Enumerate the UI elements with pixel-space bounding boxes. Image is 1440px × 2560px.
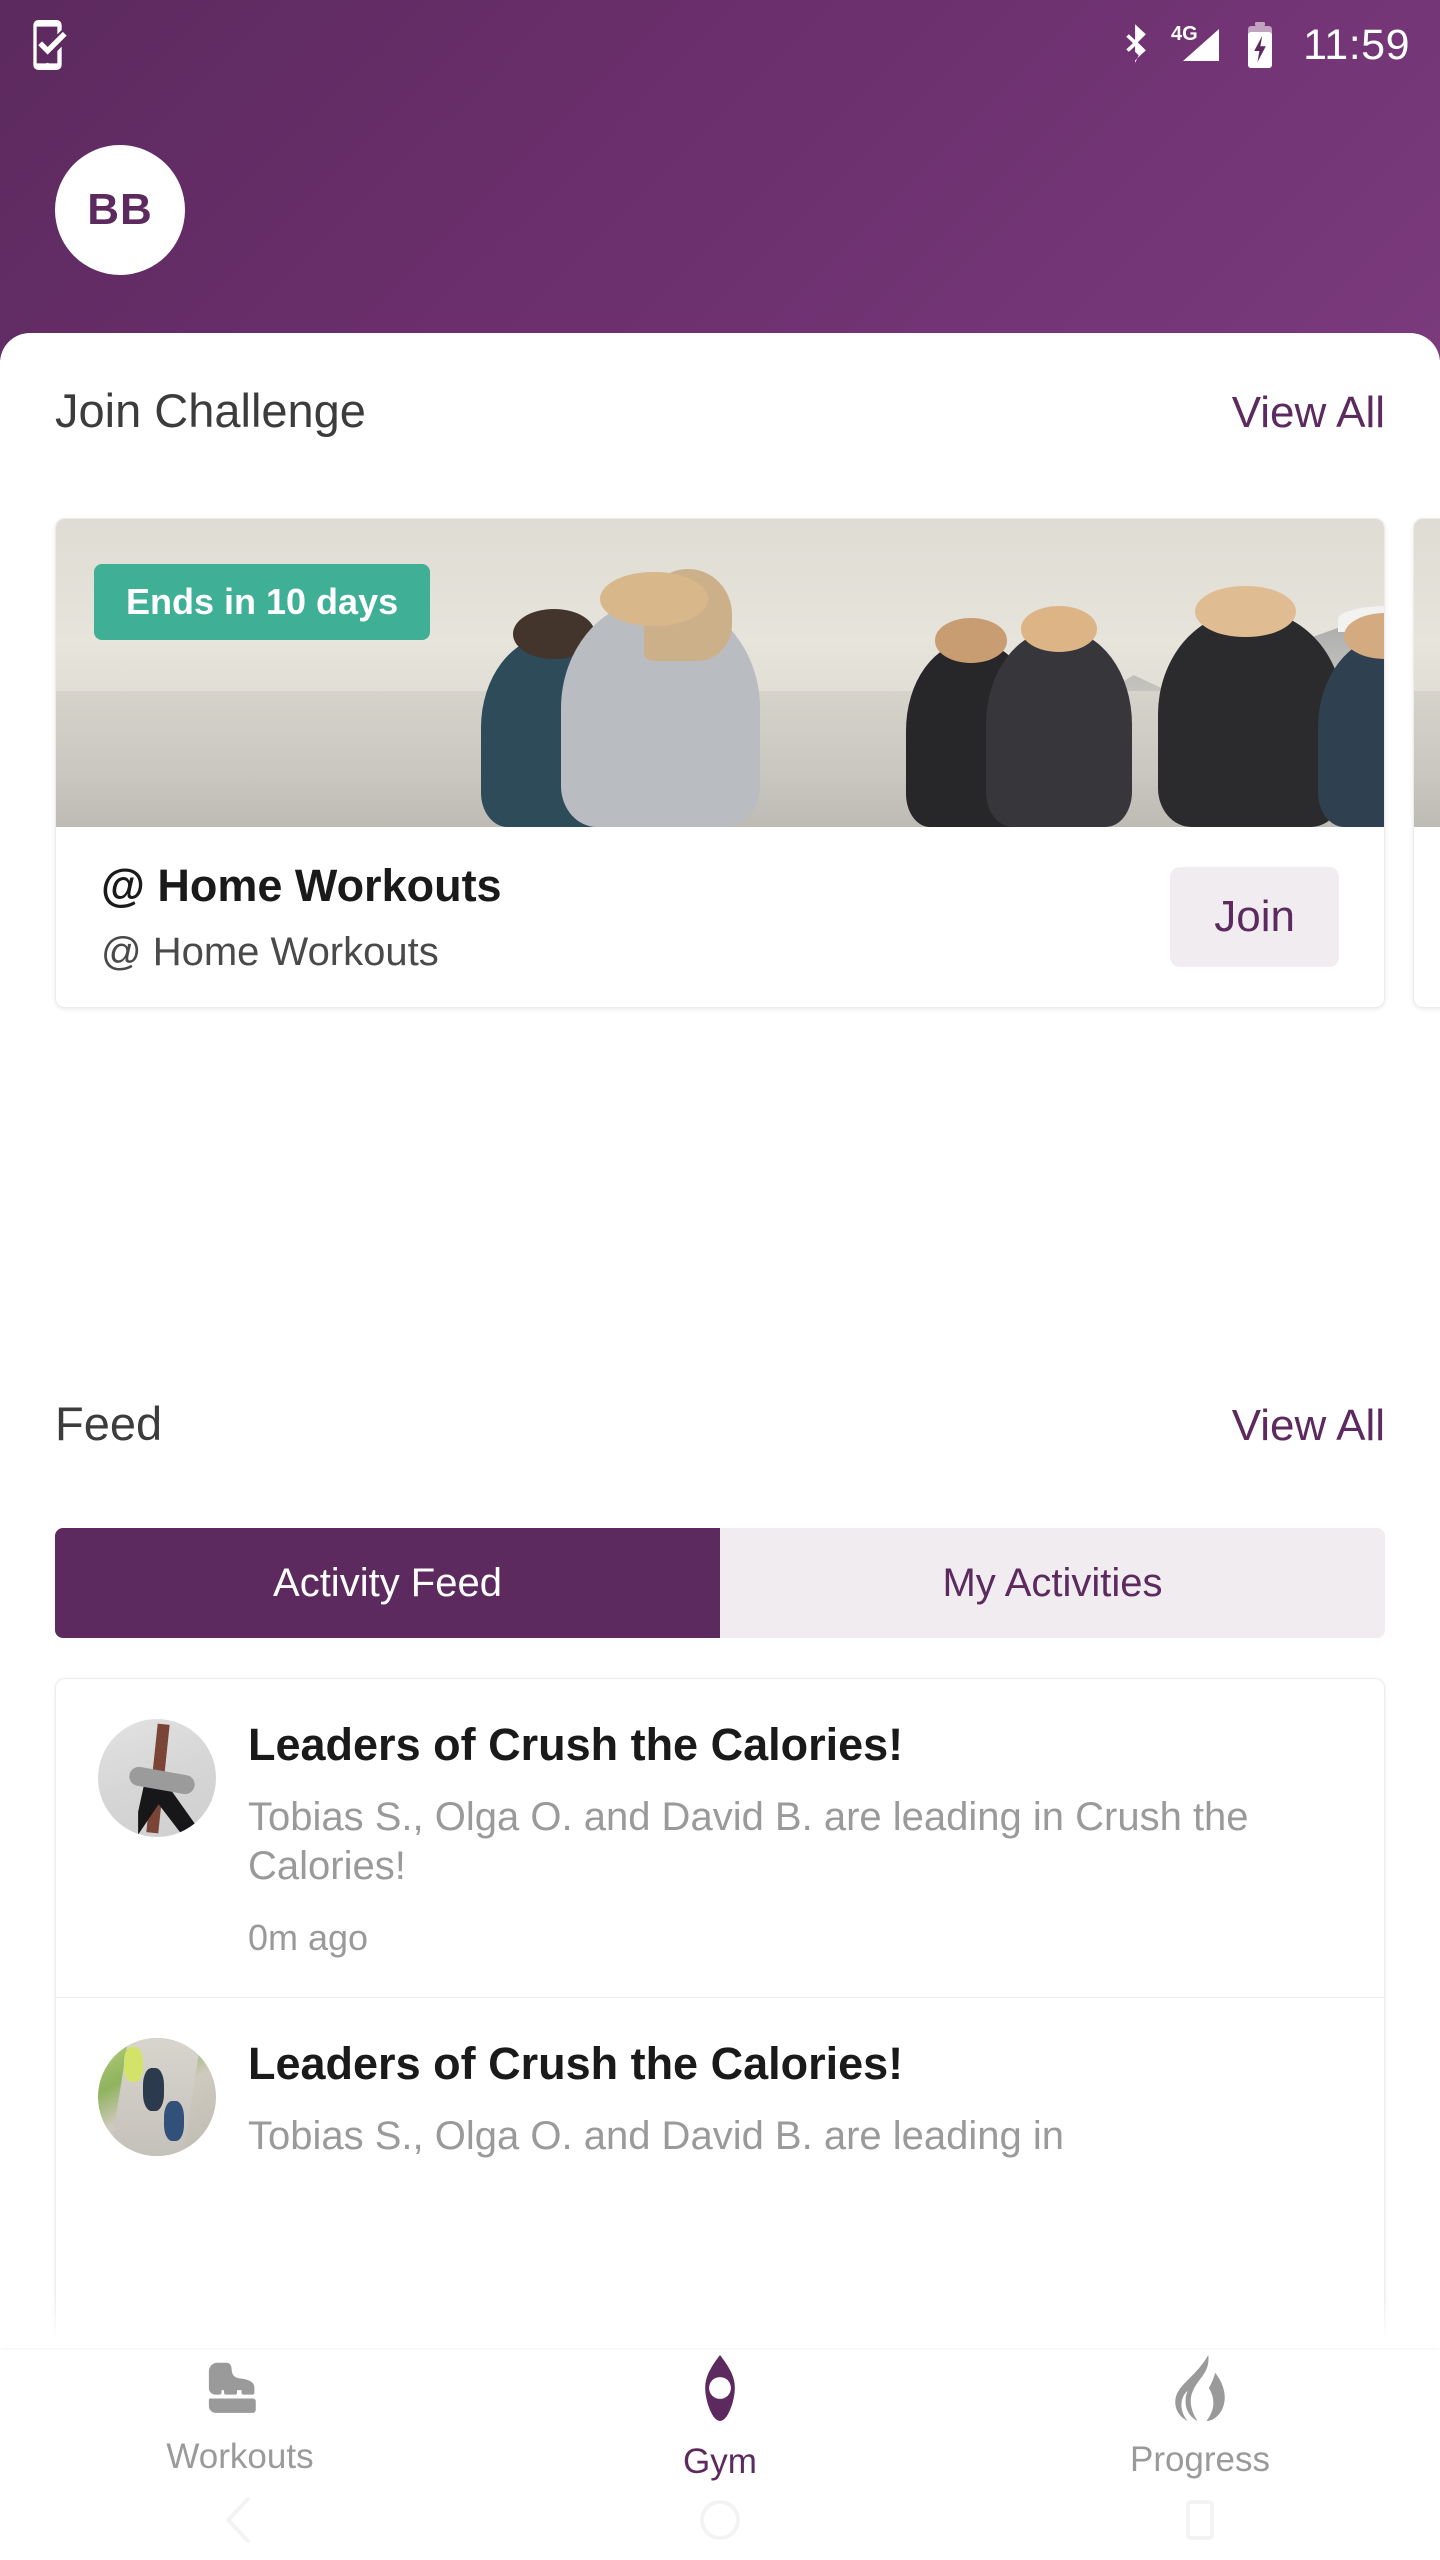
feed-item-body: Tobias S., Olga O. and David B. are lead…: [248, 1795, 1249, 1888]
feed-item-title: Leaders of Crush the Calories!: [248, 2037, 904, 2089]
feed-item-body: Tobias S., Olga O. and David B. are lead…: [248, 2113, 1065, 2158]
tab-activity-feed[interactable]: Activity Feed: [55, 1528, 720, 1638]
challenge-card[interactable]: Ends in 10 days @ Home Workouts @ Home W…: [55, 518, 1385, 1008]
challenge-image: Ends in 10 days: [56, 519, 1384, 827]
running-group-avatar: [98, 2037, 216, 2156]
clock-time: 11:59: [1303, 20, 1410, 69]
shoe-icon: [205, 2358, 275, 2423]
android-navigation-bar: [0, 2485, 1440, 2560]
challenge-card-body: @ Home Workouts @ Home Workouts Join: [56, 827, 1384, 1007]
bluetooth-icon: [1121, 22, 1153, 68]
location-pin-icon: [685, 2353, 755, 2428]
nav-item-gym-label: Gym: [683, 2442, 757, 2481]
nav-item-workouts-label: Workouts: [166, 2437, 314, 2476]
challenge-section-title: Join Challenge: [55, 384, 366, 437]
avatar-initials: BB: [87, 185, 153, 234]
feed-section-title: Feed: [55, 1397, 163, 1450]
yoga-pose-avatar: [98, 1719, 216, 1837]
challenge-card-next[interactable]: [1413, 518, 1440, 1008]
battery-charging-icon: [1245, 21, 1275, 69]
challenge-end-badge: Ends in 10 days: [94, 564, 431, 640]
tab-my-activities-label: My Activities: [942, 1560, 1163, 1605]
feed-tabs: Activity Feed My Activities: [55, 1528, 1385, 1638]
feed-item-time: 0m ago: [248, 1916, 369, 1958]
nav-item-gym[interactable]: Gym: [480, 2353, 960, 2482]
feed-item[interactable]: Leaders of Crush the Calories! Tobias S.…: [56, 1679, 1384, 1997]
content-sheet: Join Challenge View All Ends in 10 days: [0, 333, 1440, 2560]
feed-view-all-link[interactable]: View All: [1232, 1401, 1385, 1451]
bottom-navigation: Workouts Gym Progress: [0, 2350, 1440, 2485]
challenge-view-all-link[interactable]: View All: [1232, 388, 1385, 438]
app-screen: 4G 11:59 BB Join Challenge View All Ends…: [0, 0, 1440, 2560]
circle-icon: [698, 2498, 742, 2547]
status-bar: 4G 11:59: [0, 0, 1440, 90]
signal-bars-icon: 4G: [1171, 21, 1227, 69]
feed-item-title: Leaders of Crush the Calories!: [248, 1719, 904, 1770]
avatar[interactable]: BB: [55, 145, 185, 275]
join-challenge-button[interactable]: Join: [1170, 867, 1339, 967]
challenge-subtitle: @ Home Workouts: [101, 929, 439, 974]
square-icon: [1180, 2498, 1220, 2547]
challenge-section-header: Join Challenge View All: [0, 383, 1440, 438]
challenge-card-body-next: [1414, 827, 1440, 1007]
challenge-carousel[interactable]: Ends in 10 days @ Home Workouts @ Home W…: [0, 518, 1440, 1008]
nav-item-workouts[interactable]: Workouts: [0, 2358, 480, 2477]
nav-item-progress[interactable]: Progress: [960, 2355, 1440, 2480]
feed-list: Leaders of Crush the Calories! Tobias S.…: [55, 1678, 1385, 2350]
flame-icon: [1168, 2355, 1232, 2426]
challenge-name: @ Home Workouts: [101, 859, 502, 911]
android-recents-button[interactable]: [960, 2498, 1440, 2547]
app-header: 4G 11:59 BB: [0, 0, 1440, 360]
feed-item[interactable]: Leaders of Crush the Calories! Tobias S.…: [56, 1996, 1384, 2225]
nav-item-progress-label: Progress: [1129, 2440, 1271, 2479]
android-home-button[interactable]: [480, 2498, 960, 2547]
challenge-image-next: [1414, 519, 1440, 827]
tab-my-activities[interactable]: My Activities: [720, 1528, 1385, 1638]
tab-activity-feed-label: Activity Feed: [273, 1560, 502, 1605]
svg-text:4G: 4G: [1171, 23, 1198, 45]
chevron-left-icon: [220, 2495, 260, 2550]
android-back-button[interactable]: [0, 2495, 480, 2550]
phone-check-icon: [30, 19, 70, 71]
feed-section-header: Feed View All: [0, 1396, 1440, 1451]
